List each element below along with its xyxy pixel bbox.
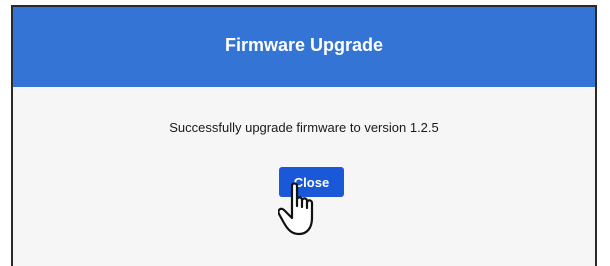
hand-pointer-icon <box>278 182 314 236</box>
dialog-title: Firmware Upgrade <box>224 34 384 55</box>
dialog-header: Firmware Upgrade <box>13 7 595 87</box>
success-message: Successfully upgrade firmware to version… <box>169 120 439 135</box>
